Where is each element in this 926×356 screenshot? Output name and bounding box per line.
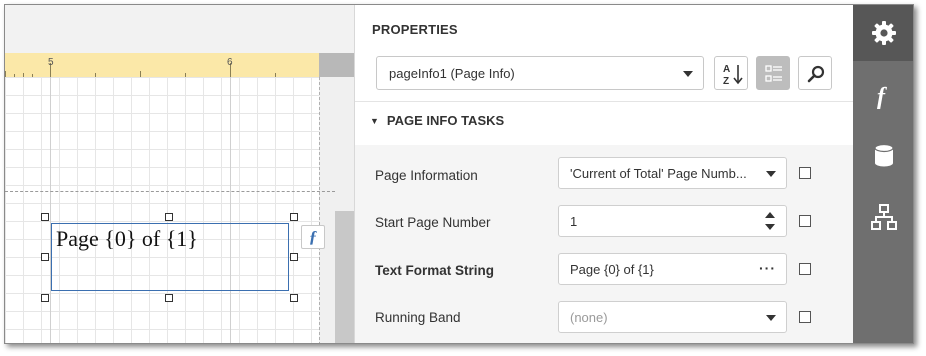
row-label-start-page-number: Start Page Number <box>375 215 491 230</box>
tab-report-explorer[interactable] <box>853 189 913 245</box>
categories-icon <box>765 65 782 82</box>
gear-icon <box>872 21 896 45</box>
properties-panel: PROPERTIES pageInfo1 (Page Info) A Z ▼ P… <box>354 5 854 343</box>
ellipsis-icon[interactable]: ··· <box>759 260 776 276</box>
design-surface[interactable]: 5 6 Page {0} of {1} ƒ <box>5 5 354 343</box>
resize-handle[interactable] <box>290 253 298 261</box>
sort-alphabetically-button[interactable]: A Z <box>714 56 748 90</box>
ruler-margin <box>319 53 354 77</box>
horizontal-ruler: 5 6 <box>5 53 354 77</box>
chevron-down-icon <box>766 315 776 321</box>
panel-title: PROPERTIES <box>372 22 458 37</box>
report-page[interactable] <box>5 77 319 343</box>
categories-button[interactable] <box>756 56 790 90</box>
svg-text:f: f <box>877 84 887 109</box>
report-designer-window: 5 6 Page {0} of {1} ƒ PROPERTIES pageInf… <box>4 4 914 344</box>
page-information-value: 'Current of Total' Page Numb... <box>570 166 747 181</box>
sort-alphabetical-icon: A Z <box>723 64 743 87</box>
smart-tag-button[interactable]: ƒ <box>301 225 325 249</box>
page-information-select[interactable]: 'Current of Total' Page Numb... <box>558 157 787 189</box>
ruler-mark: 6 <box>227 57 233 68</box>
hierarchy-icon <box>871 204 897 230</box>
component-selector[interactable]: pageInfo1 (Page Info) <box>376 56 704 90</box>
page-info-tasks-header[interactable]: ▼ PAGE INFO TASKS <box>370 113 504 128</box>
page-info-control[interactable]: Page {0} of {1} <box>51 223 289 291</box>
text-format-string-value: Page {0} of {1} <box>570 262 654 277</box>
resize-handle[interactable] <box>41 213 49 221</box>
function-icon: f <box>877 84 887 109</box>
resize-handle[interactable] <box>290 294 298 302</box>
search-button[interactable] <box>798 56 832 90</box>
tab-data-source[interactable] <box>853 127 913 183</box>
start-page-number-spinner[interactable]: 1 <box>558 205 787 237</box>
spin-arrows-icon[interactable] <box>763 210 777 232</box>
page-info-text: Page {0} of {1} <box>56 226 198 251</box>
divider <box>355 101 854 102</box>
svg-text:Z: Z <box>723 76 729 87</box>
row-label-page-information: Page Information <box>375 168 478 183</box>
property-checkbox[interactable] <box>799 311 811 323</box>
svg-text:A: A <box>723 64 730 75</box>
database-icon <box>874 143 894 167</box>
tab-properties[interactable] <box>853 5 913 61</box>
row-label-running-band: Running Band <box>375 310 461 325</box>
tasks-panel: Page Information 'Current of Total' Page… <box>355 145 854 343</box>
surface-background <box>5 5 354 53</box>
outside-page-area <box>335 211 354 343</box>
search-icon <box>807 65 825 83</box>
selected-component: pageInfo1 (Page Info) <box>389 66 515 81</box>
text-format-string-field[interactable]: Page {0} of {1} ··· <box>558 253 787 285</box>
resize-handle[interactable] <box>165 294 173 302</box>
running-band-value: (none) <box>570 310 608 325</box>
section-title: PAGE INFO TASKS <box>386 113 505 128</box>
resize-handle[interactable] <box>41 294 49 302</box>
property-checkbox[interactable] <box>799 263 811 275</box>
resize-handle[interactable] <box>290 213 298 221</box>
running-band-select[interactable]: (none) <box>558 301 787 333</box>
property-checkbox[interactable] <box>799 215 811 227</box>
start-page-number-value: 1 <box>570 214 578 229</box>
band-boundary[interactable] <box>5 191 335 192</box>
right-margin-line <box>319 77 320 343</box>
row-label-text-format-string: Text Format String <box>375 263 495 278</box>
chevron-down-icon <box>766 171 776 177</box>
chevron-down-icon <box>683 71 693 77</box>
collapse-triangle-icon: ▼ <box>370 116 379 126</box>
tab-expressions[interactable]: f <box>853 67 913 123</box>
property-checkbox[interactable] <box>799 167 811 179</box>
ruler-mark: 5 <box>48 57 54 68</box>
side-tab-strip: f <box>853 5 913 343</box>
resize-handle[interactable] <box>41 253 49 261</box>
resize-handle[interactable] <box>165 213 173 221</box>
